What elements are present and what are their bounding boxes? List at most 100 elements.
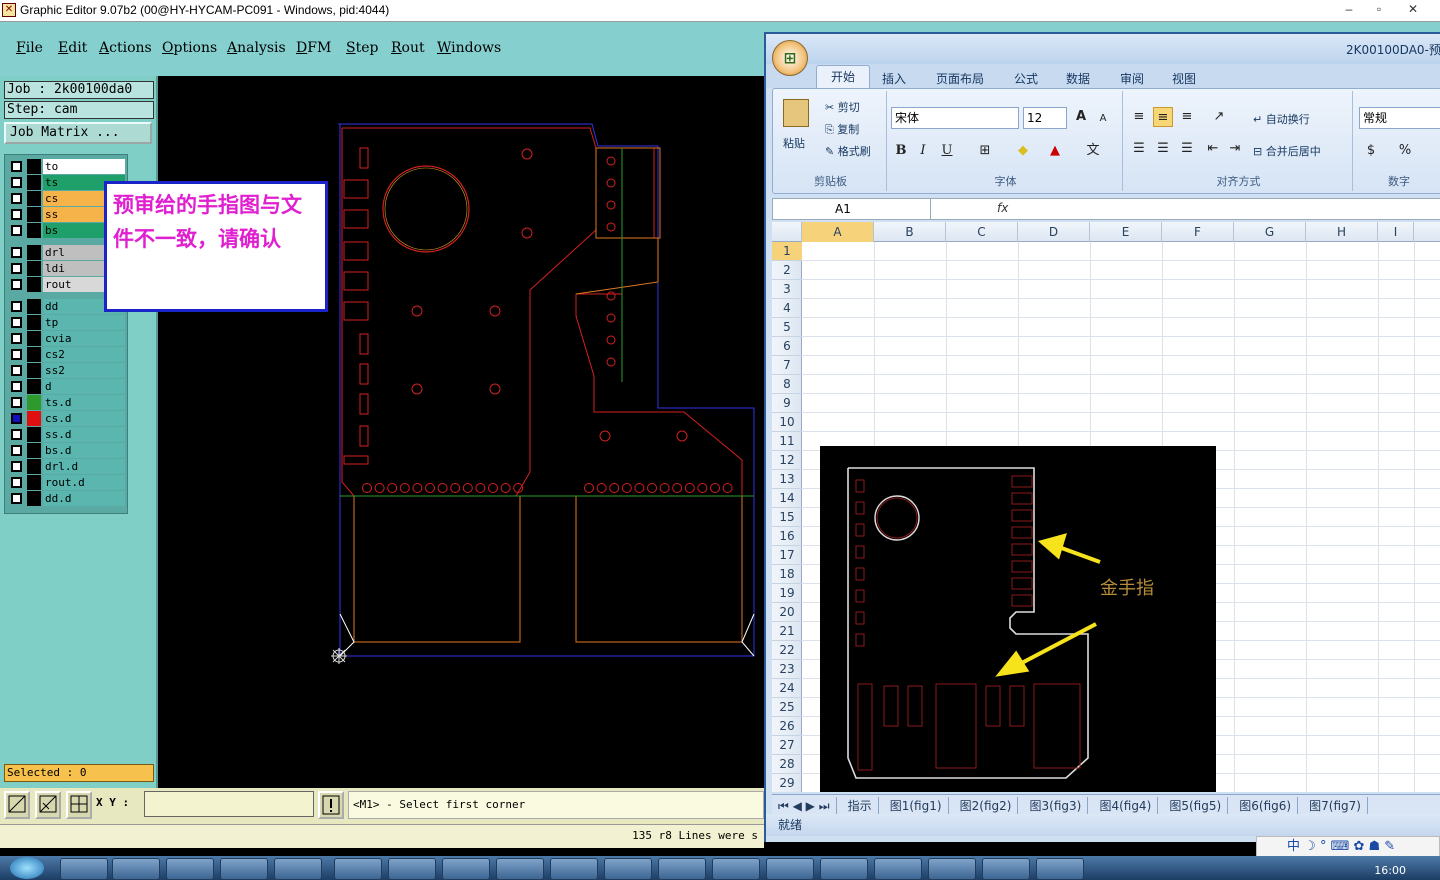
layer-row-d[interactable]: d bbox=[7, 379, 125, 394]
copy-button[interactable]: ⎘ 复制 bbox=[825, 121, 859, 137]
layer-checkbox[interactable] bbox=[11, 397, 22, 408]
sheet-tab-fig4[interactable]: 图4(fig4) bbox=[1093, 797, 1159, 814]
layer-checkbox[interactable] bbox=[11, 279, 22, 290]
merge-center-button[interactable]: ⊟ 合并后居中 bbox=[1253, 143, 1321, 159]
row-header-15[interactable]: 15 bbox=[772, 508, 802, 527]
layer-checkbox[interactable] bbox=[11, 193, 22, 204]
font-shrink-button[interactable]: A bbox=[1093, 109, 1113, 129]
align-middle-button[interactable]: ≡ bbox=[1153, 107, 1173, 127]
xy-input[interactable] bbox=[144, 791, 314, 817]
row-header-8[interactable]: 8 bbox=[772, 375, 802, 394]
taskbar-item[interactable] bbox=[1036, 858, 1084, 880]
alert-button[interactable] bbox=[318, 791, 344, 819]
sheet-tab-fig2[interactable]: 图2(fig2) bbox=[954, 797, 1019, 814]
menu-options[interactable]: Options bbox=[162, 40, 217, 56]
layer-checkbox[interactable] bbox=[11, 263, 22, 274]
taskbar-item[interactable] bbox=[982, 858, 1030, 880]
taskbar-item[interactable] bbox=[496, 858, 544, 880]
measure-button[interactable] bbox=[35, 791, 61, 819]
row-header-16[interactable]: 16 bbox=[772, 527, 802, 546]
row-header-21[interactable]: 21 bbox=[772, 622, 802, 641]
tab-view[interactable]: 视图 bbox=[1172, 70, 1196, 87]
row-header-9[interactable]: 9 bbox=[772, 394, 802, 413]
fx-button[interactable]: fx bbox=[997, 201, 1008, 215]
row-header-29[interactable]: 29 bbox=[772, 774, 802, 792]
menu-file[interactable]: File bbox=[16, 40, 43, 56]
layer-checkbox[interactable] bbox=[11, 225, 22, 236]
zoom-select-button[interactable] bbox=[4, 791, 30, 819]
layer-checkbox[interactable] bbox=[11, 365, 22, 376]
fill-color-button[interactable]: ◆ bbox=[1013, 141, 1033, 161]
menu-actions[interactable]: Actions bbox=[99, 40, 152, 56]
font-size-box[interactable]: 12 bbox=[1023, 107, 1067, 129]
menu-analysis[interactable]: Analysis bbox=[227, 40, 286, 56]
layer-checkbox[interactable] bbox=[11, 477, 22, 488]
taskbar-item[interactable] bbox=[712, 858, 760, 880]
menu-step[interactable]: Step bbox=[346, 40, 378, 56]
taskbar-item[interactable] bbox=[112, 858, 160, 880]
sheet-tab-fig3[interactable]: 图3(fig3) bbox=[1024, 797, 1089, 814]
select-all-corner[interactable] bbox=[772, 222, 802, 242]
font-grow-button[interactable]: A bbox=[1071, 107, 1091, 127]
taskbar-item[interactable] bbox=[60, 858, 108, 880]
name-box[interactable]: A1 bbox=[773, 199, 931, 219]
taskbar-item[interactable] bbox=[388, 858, 436, 880]
layer-checkbox[interactable] bbox=[11, 209, 22, 220]
row-header-11[interactable]: 11 bbox=[772, 432, 802, 451]
layer-row-rout-d[interactable]: rout.d bbox=[7, 475, 125, 490]
taskbar-item[interactable] bbox=[220, 858, 268, 880]
row-header-22[interactable]: 22 bbox=[772, 641, 802, 660]
row-header-10[interactable]: 10 bbox=[772, 413, 802, 432]
layer-checkbox[interactable] bbox=[11, 247, 22, 258]
job-matrix-button[interactable]: Job Matrix ... bbox=[4, 122, 152, 144]
row-header-4[interactable]: 4 bbox=[772, 299, 802, 318]
menu-edit[interactable]: Edit bbox=[58, 40, 87, 56]
layer-row-cs2[interactable]: cs2 bbox=[7, 347, 125, 362]
row-header-13[interactable]: 13 bbox=[772, 470, 802, 489]
layer-row-ss-d[interactable]: ss.d bbox=[7, 427, 125, 442]
office-button[interactable]: ⊞ bbox=[772, 40, 808, 76]
tab-formulas[interactable]: 公式 bbox=[1014, 70, 1038, 87]
column-header-g[interactable]: G bbox=[1234, 222, 1306, 242]
layer-checkbox[interactable] bbox=[11, 161, 22, 172]
ime-toolbar[interactable]: 中 ☽ ° ⌨ ✿ ☗ ✎ bbox=[1256, 836, 1440, 858]
layer-checkbox[interactable] bbox=[11, 177, 22, 188]
taskbar-item[interactable] bbox=[874, 858, 922, 880]
phonetic-button[interactable]: 文 bbox=[1083, 141, 1103, 161]
row-header-27[interactable]: 27 bbox=[772, 736, 802, 755]
tab-home[interactable]: 开始 bbox=[816, 65, 870, 89]
column-header-h[interactable]: H bbox=[1306, 222, 1378, 242]
layer-checkbox[interactable] bbox=[11, 493, 22, 504]
row-header-2[interactable]: 2 bbox=[772, 261, 802, 280]
decrease-indent-button[interactable]: ⇤ bbox=[1203, 139, 1223, 159]
currency-button[interactable]: $ bbox=[1361, 141, 1381, 161]
row-header-23[interactable]: 23 bbox=[772, 660, 802, 679]
grid-button[interactable] bbox=[66, 791, 92, 819]
tab-review[interactable]: 审阅 bbox=[1120, 70, 1144, 87]
row-header-14[interactable]: 14 bbox=[772, 489, 802, 508]
align-top-button[interactable]: ≡ bbox=[1129, 107, 1149, 127]
number-format-box[interactable]: 常规 bbox=[1359, 107, 1440, 129]
layer-checkbox[interactable] bbox=[11, 461, 22, 472]
taskbar-item[interactable] bbox=[658, 858, 706, 880]
sheet-nav-buttons[interactable]: ⏮ ◀ ▶ ⏭ bbox=[772, 797, 837, 814]
row-header-7[interactable]: 7 bbox=[772, 356, 802, 375]
layer-checkbox[interactable] bbox=[11, 429, 22, 440]
font-name-box[interactable]: 宋体 bbox=[891, 107, 1019, 129]
row-header-28[interactable]: 28 bbox=[772, 755, 802, 774]
row-header-1[interactable]: 1 bbox=[772, 242, 802, 261]
menu-rout[interactable]: Rout bbox=[391, 40, 425, 56]
wrap-text-button[interactable]: ↵ 自动换行 bbox=[1253, 111, 1310, 127]
layer-checkbox[interactable] bbox=[11, 381, 22, 392]
cut-button[interactable]: ✂ 剪切 bbox=[825, 99, 860, 115]
taskbar-item[interactable] bbox=[604, 858, 652, 880]
row-header-26[interactable]: 26 bbox=[772, 717, 802, 736]
row-header-19[interactable]: 19 bbox=[772, 584, 802, 603]
column-header-i[interactable]: I bbox=[1378, 222, 1414, 242]
orientation-button[interactable]: ↗ bbox=[1209, 107, 1229, 127]
row-header-5[interactable]: 5 bbox=[772, 318, 802, 337]
tab-page-layout[interactable]: 页面布局 bbox=[936, 70, 984, 87]
taskbar-item[interactable] bbox=[550, 858, 598, 880]
taskbar-item[interactable] bbox=[820, 858, 868, 880]
layer-checkbox[interactable] bbox=[11, 413, 22, 424]
